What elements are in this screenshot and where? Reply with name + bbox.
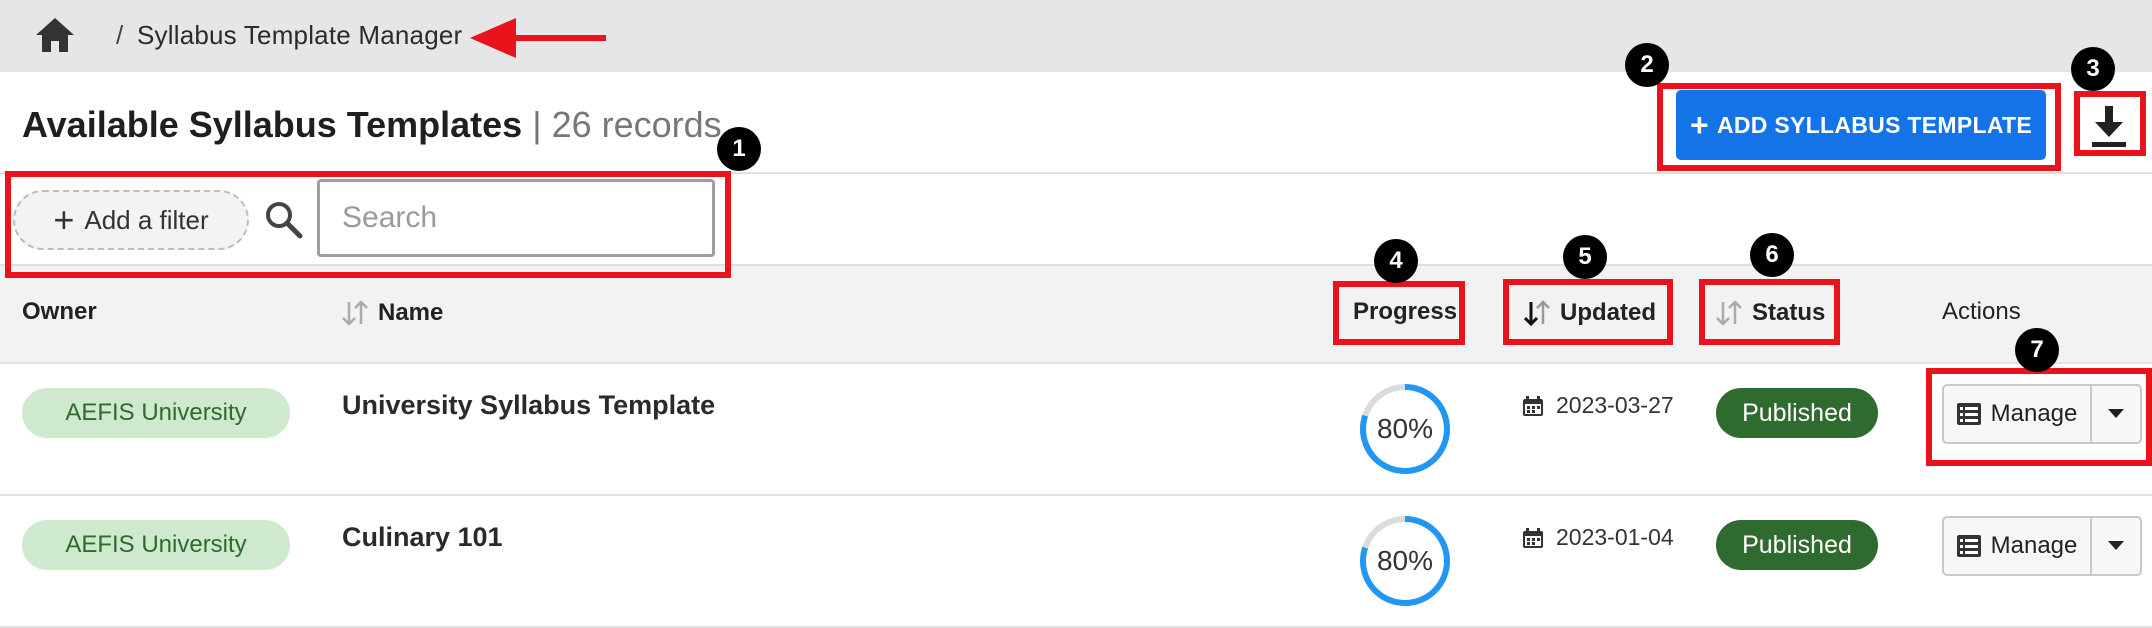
breadcrumb-separator: / [116,20,124,50]
page: / Syllabus Template Manager Available Sy… [0,0,2152,628]
owner-label: AEFIS University [65,399,247,426]
progress-label: 80% [1377,413,1433,444]
owner-badge: AEFIS University [22,388,290,438]
annotation-marker: 2 [1625,43,1669,87]
updated-date: 2023-01-04 [1522,524,1674,551]
annotation-box-actions [1926,368,2152,466]
manage-button-group: Manage [1942,516,2142,576]
annotation-box-download [2074,91,2146,156]
calendar-icon [1523,527,1543,548]
calendar-icon [1523,395,1543,416]
annotation-box-updated [1503,279,1673,345]
template-name[interactable]: Culinary 101 [342,522,503,553]
annotation-marker: 7 [2015,328,2059,372]
annotation-marker: 1 [717,127,761,171]
annotation-marker: 4 [1374,239,1418,283]
home-icon[interactable] [34,16,76,54]
manage-label: Manage [1990,532,2078,559]
updated-date-text: 2023-03-27 [1556,392,1674,418]
column-name-label: Name [378,299,444,326]
row-divider [0,362,2152,364]
page-title: Available Syllabus Templates | 26 record… [22,104,722,146]
row-divider [0,494,2152,496]
column-actions-label: Actions [1942,298,2021,325]
annotation-marker: 6 [1750,233,1794,277]
manage-button[interactable]: Manage [1944,518,2092,574]
record-count: | 26 records [532,104,722,145]
progress-ring: 80% [1360,384,1450,474]
arrow-left-icon [470,18,606,58]
annotation-box-add-button [1657,83,2061,171]
progress-label: 80% [1377,545,1433,576]
status-badge: Published [1716,388,1878,438]
manage-dropdown-toggle[interactable] [2092,518,2140,574]
sort-icon [342,300,368,326]
annotation-box-progress [1333,281,1465,345]
column-owner-label: Owner [22,298,97,325]
annotation-box-filters [5,171,731,278]
column-owner: Owner [22,298,97,326]
annotation-box-status [1699,279,1840,345]
updated-date: 2023-03-27 [1522,392,1674,419]
template-name[interactable]: University Syllabus Template [342,390,715,421]
owner-label: AEFIS University [65,531,247,558]
annotation-marker: 5 [1563,235,1607,279]
column-actions: Actions [1942,298,2021,326]
status-label: Published [1742,398,1852,427]
owner-badge: AEFIS University [22,520,290,570]
breadcrumb-current: Syllabus Template Manager [137,20,463,50]
updated-date-text: 2023-01-04 [1556,524,1674,550]
breadcrumb: / Syllabus Template Manager [0,0,2152,72]
list-icon [1956,535,1981,557]
annotation-marker: 3 [2071,47,2115,91]
page-title-text: Available Syllabus Templates [22,104,523,145]
progress-ring: 80% [1360,516,1450,606]
status-label: Published [1742,530,1852,559]
status-badge: Published [1716,520,1878,570]
caret-down-icon [2108,541,2124,550]
column-name[interactable]: Name [340,298,443,328]
